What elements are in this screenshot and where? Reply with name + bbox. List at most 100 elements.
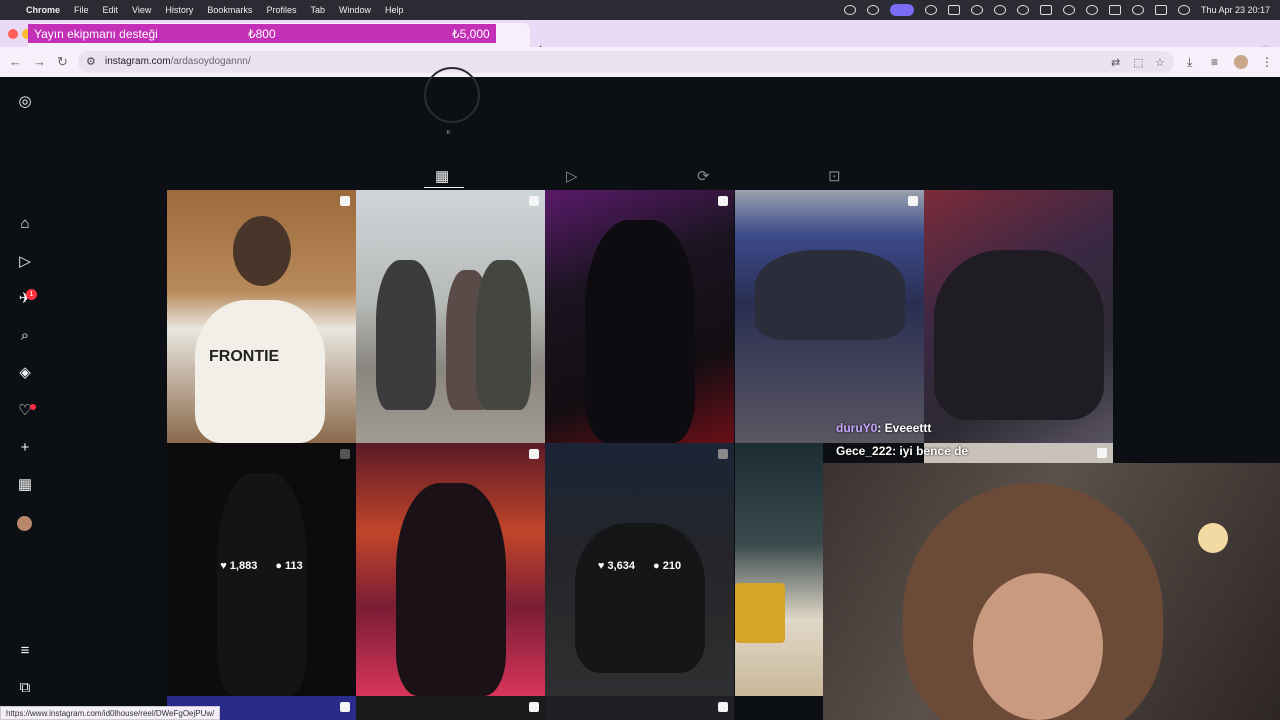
post-tile[interactable]: [735, 190, 924, 443]
tab-reels-icon[interactable]: ▷: [566, 167, 578, 185]
reading-list-icon[interactable]: ≡: [1211, 55, 1218, 69]
menu-history[interactable]: History: [165, 5, 193, 15]
post-tile[interactable]: ♥ 3,634 ● 210: [545, 443, 734, 696]
reel-icon: [1097, 448, 1107, 458]
post-tile[interactable]: FRONTIE: [167, 190, 356, 443]
screen-share-icon[interactable]: [889, 4, 914, 16]
chat-username: Gece_222: [836, 444, 893, 458]
reel-icon: [529, 196, 539, 206]
reels-icon[interactable]: ▷: [16, 253, 34, 271]
streamer-webcam-overlay: [823, 463, 1280, 720]
post-tile[interactable]: [924, 190, 1113, 443]
cloud-icon[interactable]: [924, 5, 937, 15]
instagram-sidebar: ◎ ⌂ ▷ ✈ 1 ⌕ ◈ ♡ + ▦ ≡ ⧉: [0, 77, 48, 720]
profile-tabs: ▦ ▷ ⟳ ⊡: [166, 165, 1112, 189]
highlight-indicator: ⏸: [446, 127, 451, 137]
carousel-icon: [340, 196, 350, 206]
also-from-meta-icon[interactable]: ⧉: [16, 679, 34, 697]
post-tile[interactable]: ♥ 1,883 ● 113: [167, 443, 356, 696]
display-icon[interactable]: [947, 5, 960, 15]
tab-reposts-icon[interactable]: ⟳: [697, 167, 710, 185]
address-bar[interactable]: ⚙ instagram.com/ardasoydogannn/ ⇄ ⬚ ☆: [78, 51, 1174, 73]
reload-icon[interactable]: ↻: [57, 54, 68, 70]
reel-icon: [908, 196, 918, 206]
post-tile[interactable]: [356, 443, 545, 696]
url-text[interactable]: instagram.com/ardasoydogannn/: [105, 56, 251, 67]
post-stats: ♥ 3,634 ● 210: [545, 560, 734, 572]
spotlight-search-icon[interactable]: [1131, 5, 1144, 15]
site-info-icon[interactable]: ⚙: [86, 55, 96, 68]
chrome-menu-icon[interactable]: ⋮: [1261, 55, 1273, 69]
post-stats: ♥ 1,883 ● 113: [167, 560, 356, 572]
close-window-button[interactable]: [8, 29, 18, 39]
search-icon[interactable]: ⌕: [16, 327, 34, 345]
carousel-icon: [340, 702, 350, 712]
menu-bookmarks[interactable]: Bookmarks: [207, 5, 252, 15]
explore-icon[interactable]: ◈: [16, 364, 34, 382]
profile-avatar[interactable]: [1234, 55, 1248, 69]
shirt-print-text: FRONTIE: [209, 348, 280, 365]
menu-profiles[interactable]: Profiles: [266, 5, 296, 15]
more-menu-icon[interactable]: ≡: [16, 642, 34, 660]
donation-goal-overlay: Yayın ekipmanı desteği ₺800 ₺5,000: [28, 24, 496, 43]
comments-count: ● 210: [653, 560, 682, 572]
menu-file[interactable]: File: [74, 5, 89, 15]
music-icon[interactable]: [993, 5, 1006, 15]
reel-icon: [718, 196, 728, 206]
goal-target: ₺5,000: [452, 27, 490, 41]
address-toolbar: ← → ↻ ⚙ instagram.com/ardasoydogannn/ ⇄ …: [0, 47, 1280, 77]
reel-icon: [340, 449, 350, 459]
create-plus-icon[interactable]: +: [16, 439, 34, 457]
chat-status-icon[interactable]: [843, 5, 856, 15]
instagram-logo-icon[interactable]: ◎: [16, 93, 34, 111]
likes-count: ♥ 1,883: [220, 560, 258, 572]
notifications-dot: [30, 404, 36, 410]
chat-message: Gece_222: iyi bence de: [836, 444, 968, 458]
control-center-icon[interactable]: [1154, 5, 1167, 15]
chat-text: : Eveeettt: [877, 421, 932, 435]
translate-icon[interactable]: ⇄: [1111, 56, 1120, 69]
post-tile[interactable]: [545, 190, 734, 443]
back-icon[interactable]: ←: [9, 54, 22, 69]
user-icon[interactable]: [1062, 5, 1075, 15]
menu-help[interactable]: Help: [385, 5, 404, 15]
post-tile[interactable]: [356, 190, 545, 443]
messages-badge: 1: [26, 289, 37, 300]
reel-icon: [718, 449, 728, 459]
dashboard-icon[interactable]: ▦: [16, 476, 34, 494]
reel-icon: [529, 449, 539, 459]
menu-edit[interactable]: Edit: [103, 5, 119, 15]
tools-icon[interactable]: [970, 5, 983, 15]
post-tile[interactable]: [356, 696, 545, 720]
menu-view[interactable]: View: [132, 5, 151, 15]
play-icon[interactable]: [1016, 5, 1029, 15]
menubar-clock[interactable]: Thu Apr 23 20:17: [1201, 5, 1270, 15]
menu-window[interactable]: Window: [339, 5, 371, 15]
comments-count: ● 113: [275, 560, 303, 572]
app-status-icon[interactable]: [866, 5, 879, 15]
battery-icon[interactable]: [1108, 5, 1121, 15]
wifi-icon[interactable]: [1085, 5, 1098, 15]
tab-tagged-icon[interactable]: ⊡: [828, 167, 841, 185]
profile-avatar-icon[interactable]: [17, 516, 32, 531]
siri-icon[interactable]: [1177, 5, 1190, 15]
instagram-page: ◎ ⌂ ▷ ✈ 1 ⌕ ◈ ♡ + ▦ ≡ ⧉ ⏸ ▦ ▷ ⟳ ⊡ FRONTI…: [0, 67, 1280, 720]
bookmark-star-icon[interactable]: ☆: [1155, 56, 1165, 69]
tab-posts-grid-icon[interactable]: ▦: [435, 167, 449, 185]
goal-current: ₺800: [248, 27, 276, 41]
download-icon[interactable]: ⤓: [1187, 55, 1192, 70]
profile-picture-ring[interactable]: [424, 67, 480, 123]
chat-username: duruY0: [836, 421, 878, 435]
post-tile[interactable]: [735, 443, 823, 696]
chat-message: duruY0: Eveeettt: [836, 421, 931, 435]
menu-tab[interactable]: Tab: [310, 5, 325, 15]
forward-icon[interactable]: →: [33, 54, 46, 69]
menu-app-name[interactable]: Chrome: [26, 5, 60, 15]
likes-count: ♥ 3,634: [597, 560, 636, 572]
input-source-icon[interactable]: [1039, 5, 1052, 15]
home-icon[interactable]: ⌂: [16, 215, 34, 233]
link-status-bar: https://www.instagram.com/id0lhouse/reel…: [0, 706, 221, 720]
post-tile[interactable]: [545, 696, 734, 720]
install-app-icon[interactable]: ⬚: [1133, 56, 1143, 69]
carousel-icon: [718, 702, 728, 712]
